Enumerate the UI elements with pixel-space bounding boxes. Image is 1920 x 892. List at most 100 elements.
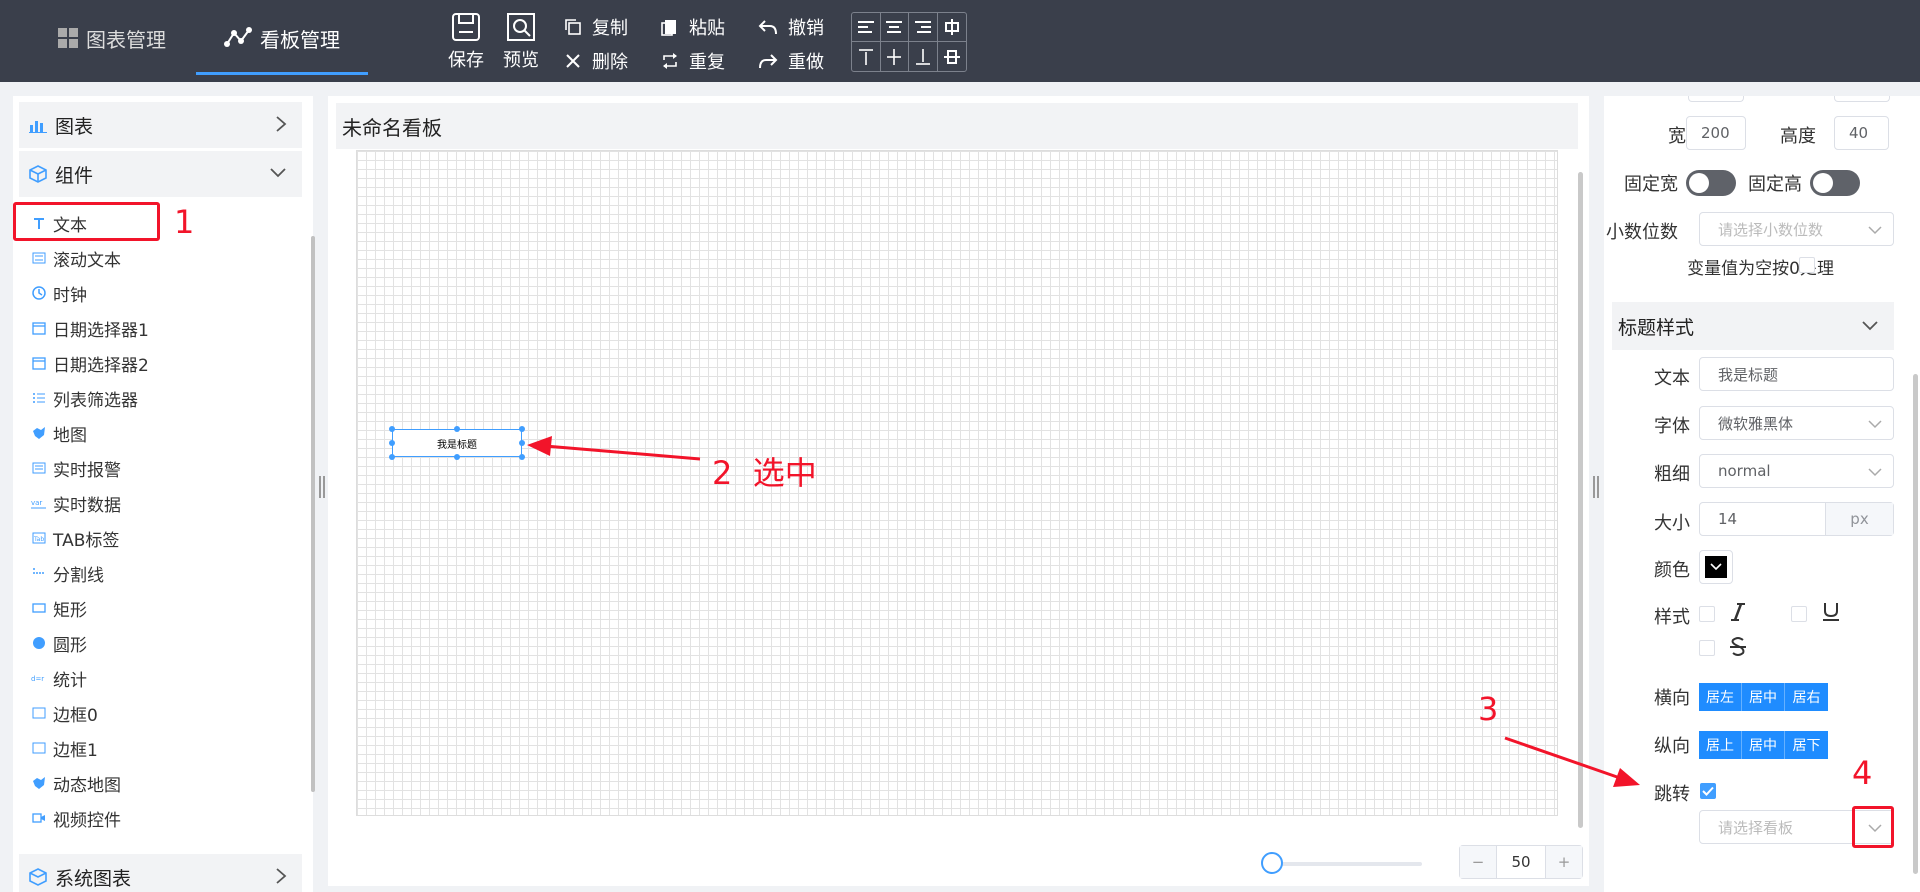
resize-handle[interactable]: [519, 440, 525, 446]
strikethrough-checkbox[interactable]: [1699, 640, 1715, 656]
width-input[interactable]: 200: [1686, 116, 1746, 150]
undo-button[interactable]: 撤销: [758, 14, 824, 40]
component-item[interactable]: 矩形: [31, 593, 87, 623]
svg-text:d=r: d=r: [31, 675, 44, 683]
video-icon: [31, 810, 47, 826]
align-center-icon[interactable]: [880, 13, 909, 42]
component-item[interactable]: 滚动文本: [31, 243, 121, 273]
delete-button[interactable]: 删除: [564, 48, 628, 74]
paste-button[interactable]: 粘贴: [661, 14, 725, 40]
paste-icon: [661, 20, 676, 36]
left-splitter-handle[interactable]: [318, 476, 326, 498]
copy-button[interactable]: 复制: [564, 14, 628, 40]
sidebar-group-system-charts[interactable]: 系统图表: [19, 854, 302, 892]
resize-handle[interactable]: [454, 426, 460, 432]
align-left-icon[interactable]: [852, 13, 881, 42]
list-icon: [31, 390, 47, 406]
component-item[interactable]: 日期选择器2: [31, 348, 149, 378]
zoom-value[interactable]: 50: [1496, 846, 1546, 878]
zoom-slider-track[interactable]: [1268, 862, 1422, 866]
resize-handle[interactable]: [454, 454, 460, 460]
copy-label: 复制: [592, 18, 628, 39]
title-style-section[interactable]: 标题样式: [1612, 302, 1894, 350]
align-vcenter-icon[interactable]: [938, 42, 967, 71]
save-button[interactable]: 保存: [448, 12, 484, 72]
decimal-select[interactable]: 请选择小数位数: [1699, 212, 1894, 246]
redo-icon: [759, 54, 778, 69]
sidebar-group-charts-label: 图表: [55, 115, 94, 138]
component-item[interactable]: 时钟: [31, 278, 87, 308]
h-align-left-button[interactable]: 居左: [1699, 683, 1742, 711]
component-item-label: 圆形: [53, 635, 87, 656]
align-hcenter-icon[interactable]: [937, 13, 966, 42]
fixed-width-toggle[interactable]: [1686, 170, 1736, 196]
sidebar-group-components[interactable]: 组件: [19, 151, 302, 197]
align-middle-icon[interactable]: [881, 42, 909, 71]
component-item[interactable]: 动态地图: [31, 768, 121, 798]
h-align-center-button[interactable]: 居中: [1742, 683, 1785, 711]
underline-checkbox[interactable]: [1791, 606, 1807, 622]
redo-button[interactable]: 重做: [758, 48, 824, 74]
grid-icon: [58, 28, 78, 48]
component-item[interactable]: d=r 统计: [31, 663, 87, 693]
resize-handle[interactable]: [389, 440, 395, 446]
height-label: 高度: [1780, 126, 1816, 147]
component-item[interactable]: 边框0: [31, 698, 98, 728]
preview-button[interactable]: 预览: [503, 12, 539, 72]
zoom-slider-handle[interactable]: [1261, 852, 1283, 874]
sidebar-group-charts[interactable]: 图表: [19, 102, 302, 148]
null-zero-checkbox[interactable]: [1799, 257, 1815, 273]
v-align-middle-button[interactable]: 居中: [1742, 731, 1785, 759]
component-item[interactable]: 日期选择器1: [31, 313, 149, 343]
component-item[interactable]: var 实时数据: [31, 488, 121, 518]
clipped-input: [1834, 96, 1890, 102]
resize-handle[interactable]: [519, 426, 525, 432]
tab-chart-management[interactable]: 图表管理: [58, 18, 166, 58]
h-align-right-button[interactable]: 居右: [1785, 683, 1828, 711]
align-right-icon[interactable]: [909, 13, 938, 42]
right-splitter-handle[interactable]: [1592, 476, 1600, 498]
zoom-decrease-button[interactable]: −: [1460, 846, 1496, 878]
design-canvas[interactable]: [356, 150, 1558, 816]
component-item[interactable]: 列表筛选器: [31, 383, 138, 413]
decimal-placeholder: 请选择小数位数: [1718, 220, 1824, 239]
fixed-height-toggle[interactable]: [1810, 170, 1860, 196]
board-title[interactable]: 未命名看板: [336, 103, 1578, 149]
component-item[interactable]: 实时报警: [31, 453, 121, 483]
color-picker[interactable]: [1699, 550, 1733, 584]
font-select[interactable]: 微软雅黑体: [1699, 406, 1894, 440]
italic-checkbox[interactable]: [1699, 606, 1715, 622]
zoom-stepper: − 50 +: [1459, 845, 1583, 879]
canvas-scrollbar[interactable]: [1578, 172, 1583, 828]
resize-handle[interactable]: [519, 454, 525, 460]
jump-checkbox[interactable]: [1700, 783, 1716, 799]
size-input[interactable]: 14 px: [1699, 502, 1894, 536]
sidebar-scrollbar[interactable]: [311, 236, 315, 792]
resize-handle[interactable]: [389, 426, 395, 432]
resize-handle[interactable]: [389, 454, 395, 460]
component-item[interactable]: 视频控件: [31, 803, 121, 833]
h-align-label: 横向: [1654, 688, 1690, 709]
component-item[interactable]: 圆形: [31, 628, 87, 658]
component-item[interactable]: 分割线: [31, 558, 104, 588]
component-item[interactable]: Tab TAB标签: [31, 523, 119, 553]
title-text-input[interactable]: 我是标题: [1699, 357, 1894, 391]
check-icon: [1702, 786, 1714, 796]
align-bottom-icon[interactable]: [909, 42, 938, 71]
zoom-increase-button[interactable]: +: [1546, 846, 1582, 878]
component-item[interactable]: 边框1: [31, 733, 98, 763]
component-item-label: 边框1: [53, 740, 98, 761]
align-top-icon[interactable]: [852, 42, 881, 71]
properties-scrollbar[interactable]: [1913, 374, 1918, 874]
tab-board-management[interactable]: 看板管理: [224, 18, 340, 58]
underline-icon: [1823, 603, 1839, 621]
repeat-button[interactable]: 重复: [661, 48, 725, 74]
v-align-bottom-button[interactable]: 居下: [1785, 731, 1828, 759]
weight-select[interactable]: normal: [1699, 454, 1894, 488]
height-input[interactable]: 40: [1834, 116, 1889, 150]
selected-text-widget[interactable]: 我是标题: [392, 429, 522, 457]
v-align-top-button[interactable]: 居上: [1699, 731, 1742, 759]
annotation-step-4: 4: [1852, 754, 1873, 792]
component-item[interactable]: 地图: [31, 418, 87, 448]
component-item-label: 列表筛选器: [53, 390, 138, 411]
